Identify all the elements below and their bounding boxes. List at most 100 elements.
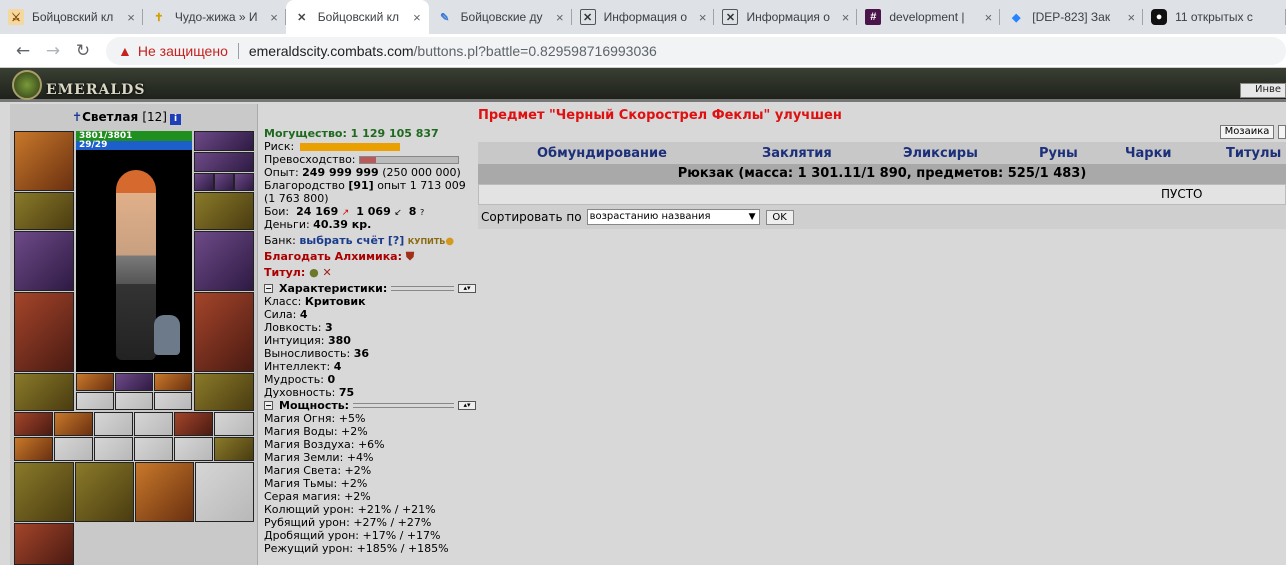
collapse-icon[interactable]: − (264, 401, 273, 410)
close-icon[interactable]: × (842, 10, 850, 25)
leggings-slot[interactable] (194, 292, 254, 372)
close-icon[interactable]: × (985, 10, 993, 25)
potion-slot[interactable] (134, 437, 173, 461)
close-icon[interactable]: × (127, 10, 135, 25)
browser-tab-strip: ⚔ Бойцовский кл × ✝ Чудо-жижа » И × ✕ Бо… (0, 0, 1286, 34)
empty-slot[interactable] (76, 392, 114, 410)
ring-slot-2[interactable] (214, 173, 234, 191)
tab-spells[interactable]: Заклятия (762, 146, 832, 161)
character-portrait[interactable] (76, 150, 192, 372)
risk-row: Риск: (264, 140, 476, 153)
tab-titles[interactable]: Титулы (1226, 146, 1281, 161)
power-row: Магия Воздуха: +6% (264, 438, 385, 451)
extra-button[interactable] (1278, 125, 1286, 139)
potion-slot[interactable] (14, 412, 53, 436)
tab-equipment[interactable]: Обмундирование (537, 146, 667, 161)
browser-tab-5[interactable]: ✕ Информация о × (572, 0, 715, 34)
close-icon[interactable]: × (413, 10, 421, 25)
tab-title: development | (889, 10, 965, 24)
money-row: Деньги: 40.39 кр. (264, 218, 372, 231)
amulet-slot[interactable] (194, 152, 254, 172)
browser-tab-8[interactable]: ◆ [DEP-823] Зак × (1000, 0, 1144, 34)
browser-tab-4[interactable]: ✎ Бойцовские ду × (429, 0, 572, 34)
empty-slot[interactable] (115, 392, 153, 410)
url-input[interactable]: ▲ Не защищено emeraldscity.combats.com/b… (106, 36, 1286, 65)
bag-slot[interactable] (75, 462, 134, 522)
talisman-slot[interactable] (135, 462, 194, 522)
tab-title: Бойцовский кл (317, 10, 400, 24)
rune-slot[interactable] (14, 462, 74, 522)
potion-slot[interactable] (174, 437, 213, 461)
inventory-tab[interactable]: Инве (1240, 83, 1286, 98)
alchemist-shield-icon[interactable]: ⛊ (406, 250, 414, 263)
win-icon: ↗ (341, 208, 350, 218)
forward-arrow-icon[interactable]: → (38, 36, 68, 66)
close-icon[interactable]: × (556, 10, 564, 25)
collapse-icon[interactable]: − (264, 284, 273, 293)
sort-ok-button[interactable]: OK (765, 209, 794, 225)
title-badge-icon[interactable]: ● (309, 266, 319, 279)
mosaic-button[interactable]: Мозаика (1220, 125, 1274, 139)
browser-tab-1[interactable]: ⚔ Бойцовский кл × (0, 0, 143, 34)
power-section-header[interactable]: − Мощность: ▴▾ (264, 399, 476, 412)
bracers-slot[interactable] (14, 192, 74, 230)
tab-runes[interactable]: Руны (1039, 146, 1078, 161)
tab-charms[interactable]: Чарки (1125, 146, 1172, 161)
back-arrow-icon[interactable]: ← (8, 36, 38, 66)
potion-slot[interactable] (54, 437, 93, 461)
ring-slot-1[interactable] (194, 173, 214, 191)
browser-tab-6[interactable]: ✕ Информация о × (714, 0, 858, 34)
extra-slot[interactable] (14, 523, 74, 565)
ring-slot-3[interactable] (234, 173, 254, 191)
potion-slot[interactable] (14, 437, 53, 461)
potion-slot[interactable] (214, 437, 254, 461)
gloves-slot[interactable] (194, 192, 254, 230)
browser-tab-9[interactable]: ● 11 открытых с (1143, 0, 1286, 34)
info-icon[interactable]: i (169, 114, 181, 125)
potion-slot[interactable] (214, 412, 254, 436)
belt-item-2[interactable] (115, 373, 153, 391)
dropdown-arrow-icon: ▼ (748, 212, 756, 222)
tab-title: Бойцовский кл (32, 10, 114, 24)
power-row: Магия Земли: +4% (264, 451, 374, 464)
character-name[interactable]: ✝Светлая [12] i (72, 110, 181, 125)
potion-slot[interactable] (94, 437, 133, 461)
security-label[interactable]: Не защищено (138, 43, 228, 59)
empty-slot[interactable] (195, 462, 254, 522)
attribute-row: Ловкость: 3 (264, 321, 333, 334)
browser-tab-2[interactable]: ✝ Чудо-жижа » И × (143, 0, 286, 34)
close-icon[interactable]: × (1128, 10, 1136, 25)
armor-slot[interactable] (14, 292, 74, 372)
warning-icon[interactable]: ▲ (118, 43, 132, 59)
tab-elixirs[interactable]: Эликсиры (903, 146, 978, 161)
bank-help-link[interactable]: [?] (388, 234, 404, 247)
remove-title-icon[interactable]: ✕ (323, 266, 332, 279)
browser-tab-7[interactable]: # development | × (857, 0, 1001, 34)
potion-slot[interactable] (134, 412, 173, 436)
weapon-slot[interactable] (14, 231, 74, 291)
potion-slot[interactable] (174, 412, 213, 436)
belt-item-1[interactable] (76, 373, 114, 391)
helmet-slot[interactable] (14, 131, 74, 191)
potion-slot[interactable] (94, 412, 133, 436)
buy-button[interactable]: КУПИТЬ (408, 237, 446, 246)
chars-section-header[interactable]: − Характеристики: ▴▾ (264, 282, 476, 295)
potion-slot[interactable] (54, 412, 93, 436)
close-icon[interactable]: × (699, 10, 707, 25)
section-arrows-icon[interactable]: ▴▾ (458, 401, 476, 410)
section-arrows-icon[interactable]: ▴▾ (458, 284, 476, 293)
belt-item-3[interactable] (154, 373, 192, 391)
sort-select[interactable]: возрастанию названия ▼ (586, 209, 760, 225)
power-row: Колющий урон: +21% / +21% (264, 503, 436, 516)
empty-slot[interactable] (154, 392, 192, 410)
browser-tab-3-active[interactable]: ✕ Бойцовский кл × (285, 0, 429, 34)
nobility-row: Благородство [91] опыт 1 713 009 (264, 179, 466, 192)
bank-link[interactable]: выбрать счёт (299, 234, 384, 247)
close-icon[interactable]: × (270, 10, 278, 25)
offhand-slot[interactable] (194, 231, 254, 291)
belt-slot[interactable] (14, 373, 74, 411)
earrings-slot[interactable] (194, 131, 254, 151)
boots-slot[interactable] (194, 373, 254, 411)
swords-icon: ✕ (722, 9, 739, 25)
reload-icon[interactable]: ↻ (68, 36, 98, 66)
